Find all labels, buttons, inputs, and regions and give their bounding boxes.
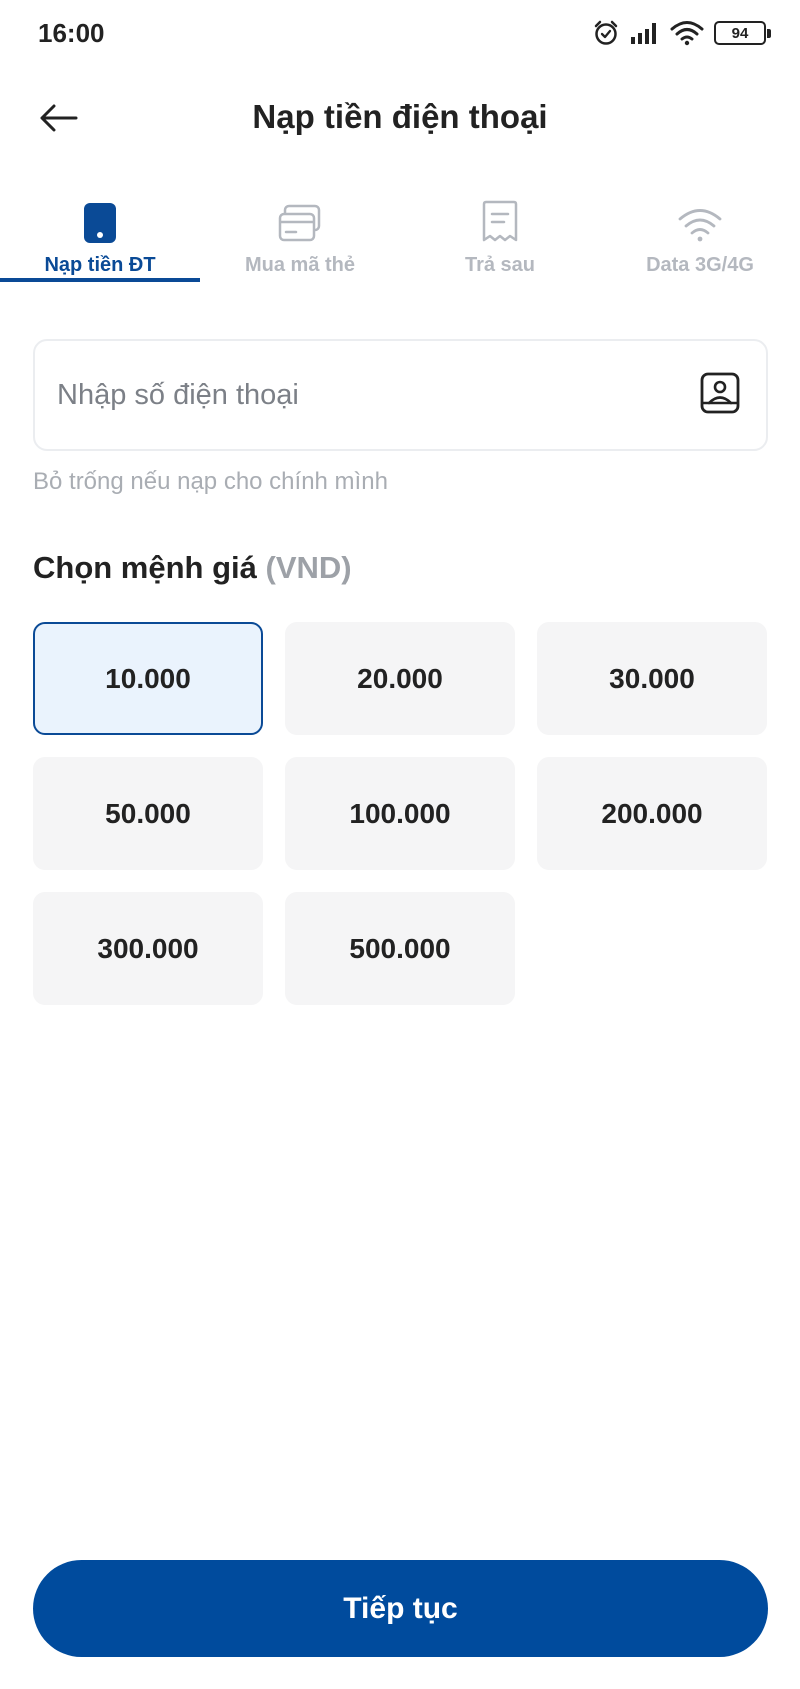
page-title: Nạp tiền điện thoại — [252, 98, 548, 135]
amount-option-10000[interactable]: 10.000 — [33, 622, 263, 735]
service-tabs: Nạp tiền ĐT Mua mã thẻ Trả sau Data 3G/4… — [0, 182, 800, 282]
denomination-unit: (VND) — [265, 550, 352, 585]
contact-book-icon — [700, 372, 740, 419]
contact-picker-button[interactable] — [698, 372, 742, 419]
alarm-icon — [592, 19, 620, 47]
denomination-title: Chọn mệnh giá (VND) — [33, 550, 352, 586]
wifi-icon — [677, 194, 723, 244]
phone-number-input[interactable] — [57, 341, 677, 449]
amount-option-20000[interactable]: 20.000 — [285, 622, 515, 735]
tab-data[interactable]: Data 3G/4G — [600, 182, 800, 282]
tab-label: Data 3G/4G — [646, 254, 754, 276]
wifi-icon — [670, 20, 704, 46]
phone-hint: Bỏ trống nếu nạp cho chính mình — [33, 468, 388, 495]
amount-option-30000[interactable]: 30.000 — [537, 622, 767, 735]
amount-option-100000[interactable]: 100.000 — [285, 757, 515, 870]
phone-icon — [83, 194, 117, 244]
card-icon — [278, 194, 322, 244]
tab-phone-topup[interactable]: Nạp tiền ĐT — [0, 182, 200, 282]
amount-option-200000[interactable]: 200.000 — [537, 757, 767, 870]
tab-label: Trả sau — [464, 254, 536, 276]
denomination-title-text: Chọn mệnh giá — [33, 550, 257, 585]
signal-icon — [630, 21, 660, 45]
status-time: 16:00 — [38, 18, 105, 48]
amount-option-300000[interactable]: 300.000 — [33, 892, 263, 1005]
status-icons: 94 — [592, 16, 771, 50]
receipt-icon — [480, 194, 520, 244]
tab-label: Nạp tiền ĐT — [44, 254, 156, 276]
phone-field — [33, 339, 768, 451]
app-header: Nạp tiền điện thoại — [0, 80, 800, 160]
amount-option-50000[interactable]: 50.000 — [33, 757, 263, 870]
denomination-grid: 10.000 20.000 30.000 50.000 100.000 200.… — [33, 622, 768, 1005]
topup-screen: 16:00 94 Nạp tiền điện thoại Nạp tiền ĐT… — [0, 0, 800, 1689]
battery-icon: 94 — [714, 21, 771, 45]
battery-level: 94 — [731, 24, 749, 42]
status-bar: 16:00 94 — [0, 0, 800, 66]
tab-label: Mua mã thẻ — [244, 254, 356, 276]
tab-buy-card[interactable]: Mua mã thẻ — [200, 182, 400, 282]
amount-option-500000[interactable]: 500.000 — [285, 892, 515, 1005]
tab-postpaid[interactable]: Trả sau — [400, 182, 600, 282]
continue-button[interactable]: Tiếp tục — [33, 1560, 768, 1657]
